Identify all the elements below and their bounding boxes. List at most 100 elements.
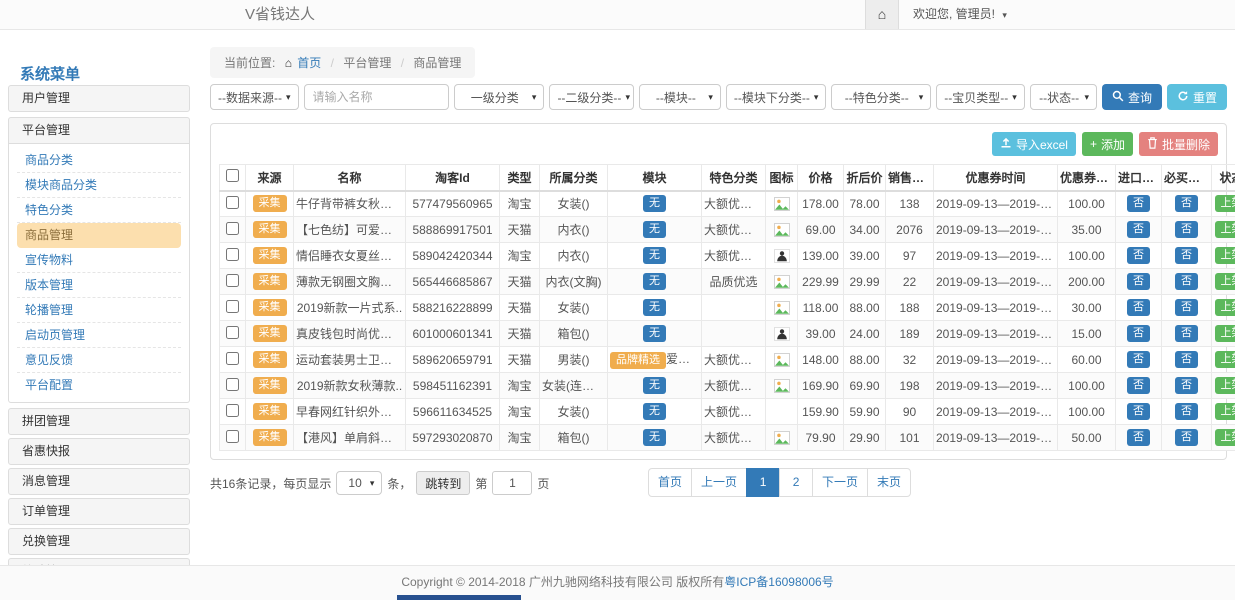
user-menu[interactable]: 欢迎您, 管理员! ▾	[899, 0, 1235, 29]
sidebar-group-users[interactable]: 用户管理	[8, 85, 190, 112]
status-cell: 上架	[1212, 399, 1235, 425]
import-pref-toggle[interactable]: 否	[1127, 325, 1150, 342]
status-badge[interactable]: 上架	[1215, 403, 1235, 420]
status-cell: 上架	[1212, 191, 1235, 217]
sidebar-item-version-management[interactable]: 版本管理	[17, 273, 181, 298]
icp-link[interactable]: 粤ICP备16098006号	[724, 575, 833, 589]
row-checkbox[interactable]	[226, 300, 239, 313]
must-buy-toggle[interactable]: 否	[1175, 299, 1198, 316]
import-pref-toggle[interactable]: 否	[1127, 403, 1150, 420]
status-badge[interactable]: 上架	[1215, 325, 1235, 342]
row-checkbox[interactable]	[226, 274, 239, 287]
column-header-6: 特色分类	[702, 165, 766, 191]
module-subcategory-select[interactable]: --模块下分类--▾	[726, 84, 826, 110]
breadcrumb-home-link[interactable]: 首页	[297, 56, 321, 70]
icon-cell	[766, 373, 798, 399]
status-badge[interactable]: 上架	[1215, 377, 1235, 394]
status-badge[interactable]: 上架	[1215, 299, 1235, 316]
source-badge: 采集	[253, 273, 287, 290]
sales-cell: 189	[886, 321, 934, 347]
search-button[interactable]: 查询	[1102, 84, 1162, 110]
pager-last[interactable]: 末页	[867, 468, 911, 497]
name-input[interactable]	[304, 84, 449, 110]
import-pref-toggle[interactable]: 否	[1127, 247, 1150, 264]
row-checkbox[interactable]	[226, 196, 239, 209]
row-checkbox[interactable]	[226, 326, 239, 339]
row-checkbox[interactable]	[226, 248, 239, 261]
must-buy-toggle[interactable]: 否	[1175, 273, 1198, 290]
must-buy-toggle[interactable]: 否	[1175, 351, 1198, 368]
home-button[interactable]: ⌂	[865, 0, 899, 29]
pager-next[interactable]: 下一页	[812, 468, 868, 497]
batch-delete-button[interactable]: 批量删除	[1139, 132, 1218, 156]
sidebar-item-splash-page-management[interactable]: 启动页管理	[17, 323, 181, 348]
import-pref-toggle[interactable]: 否	[1127, 351, 1150, 368]
must-buy-toggle[interactable]: 否	[1175, 429, 1198, 446]
coupon-time-cell: 2019-09-13—2019-09-20	[934, 243, 1058, 269]
per-page-select[interactable]: 10 ▾	[336, 471, 382, 495]
sidebar-group-orders[interactable]: 订单管理	[8, 498, 190, 525]
sidebar-group-platform[interactable]: 平台管理	[8, 117, 190, 144]
jump-to-button[interactable]: 跳转到	[416, 471, 470, 495]
status-badge[interactable]: 上架	[1215, 351, 1235, 368]
select-all-checkbox[interactable]	[226, 169, 239, 182]
data-source-select[interactable]: --数据来源--▾	[210, 84, 299, 110]
status-select[interactable]: --状态--▾	[1030, 84, 1097, 110]
sidebar-group-group-buy[interactable]: 拼团管理	[8, 408, 190, 435]
must-buy-toggle[interactable]: 否	[1175, 221, 1198, 238]
sidebar-group-saving-express-news[interactable]: 省惠快报	[8, 438, 190, 465]
must-buy-toggle[interactable]: 否	[1175, 403, 1198, 420]
level2-category-select[interactable]: --二级分类--▾	[549, 84, 634, 110]
import-pref-toggle[interactable]: 否	[1127, 429, 1150, 446]
must-buy-toggle[interactable]: 否	[1175, 195, 1198, 212]
status-badge[interactable]: 上架	[1215, 273, 1235, 290]
breadcrumb-item-platform: 平台管理	[343, 56, 391, 70]
pager-first[interactable]: 首页	[648, 468, 692, 497]
pager-page-1[interactable]: 1	[746, 468, 780, 497]
pager-prev[interactable]: 上一页	[691, 468, 747, 497]
row-checkbox[interactable]	[226, 378, 239, 391]
status-badge[interactable]: 上架	[1215, 195, 1235, 212]
category-cell: 内衣(文胸)	[540, 269, 608, 295]
module-select[interactable]: --模块--▾	[639, 84, 720, 110]
sidebar-item-promo-materials[interactable]: 宣传物料	[17, 248, 181, 273]
sidebar-item-feedback[interactable]: 意见反馈	[17, 348, 181, 373]
must-buy-toggle[interactable]: 否	[1175, 377, 1198, 394]
add-button[interactable]: + 添加	[1082, 132, 1133, 156]
import-pref-toggle[interactable]: 否	[1127, 299, 1150, 316]
import-excel-button[interactable]: 导入excel	[992, 132, 1076, 156]
must-buy-toggle[interactable]: 否	[1175, 325, 1198, 342]
import-pref-toggle[interactable]: 否	[1127, 377, 1150, 394]
page-number-input[interactable]	[492, 471, 532, 495]
coupon-amount-cell: 100.00	[1058, 373, 1116, 399]
row-checkbox[interactable]	[226, 430, 239, 443]
sidebar-item-feature-category[interactable]: 特色分类	[17, 198, 181, 223]
status-badge[interactable]: 上架	[1215, 221, 1235, 238]
sidebar-item-goods-management[interactable]: 商品管理	[17, 223, 181, 248]
item-type-select[interactable]: --宝贝类型--▾	[936, 84, 1025, 110]
pager-page-2[interactable]: 2	[779, 468, 813, 497]
must-buy-toggle[interactable]: 否	[1175, 247, 1198, 264]
status-badge[interactable]: 上架	[1215, 429, 1235, 446]
import-pref-toggle[interactable]: 否	[1127, 221, 1150, 238]
reset-button[interactable]: 重置	[1167, 84, 1227, 110]
status-badge[interactable]: 上架	[1215, 247, 1235, 264]
sidebar-item-module-goods-category[interactable]: 模块商品分类	[17, 173, 181, 198]
level1-category-select[interactable]: 一级分类▾	[454, 84, 545, 110]
sidebar-item-platform-config[interactable]: 平台配置	[17, 373, 181, 398]
feature-category-select-label: --特色分类--	[839, 89, 915, 106]
sidebar-group-messages[interactable]: 消息管理	[8, 468, 190, 495]
import-pref-toggle[interactable]: 否	[1127, 195, 1150, 212]
sidebar-item-goods-category[interactable]: 商品分类	[17, 148, 181, 173]
status-cell: 上架	[1212, 243, 1235, 269]
discount-price-cell: 24.00	[844, 321, 886, 347]
sidebar-group-exchange[interactable]: 兑换管理	[8, 528, 190, 555]
coupon-amount-cell: 100.00	[1058, 191, 1116, 217]
row-checkbox[interactable]	[226, 352, 239, 365]
sidebar-item-carousel-management[interactable]: 轮播管理	[17, 298, 181, 323]
feature-category-select[interactable]: --特色分类--▾	[831, 84, 931, 110]
import-pref-toggle[interactable]: 否	[1127, 273, 1150, 290]
chevron-down-icon: ▾	[708, 92, 713, 103]
row-checkbox[interactable]	[226, 222, 239, 235]
row-checkbox[interactable]	[226, 404, 239, 417]
